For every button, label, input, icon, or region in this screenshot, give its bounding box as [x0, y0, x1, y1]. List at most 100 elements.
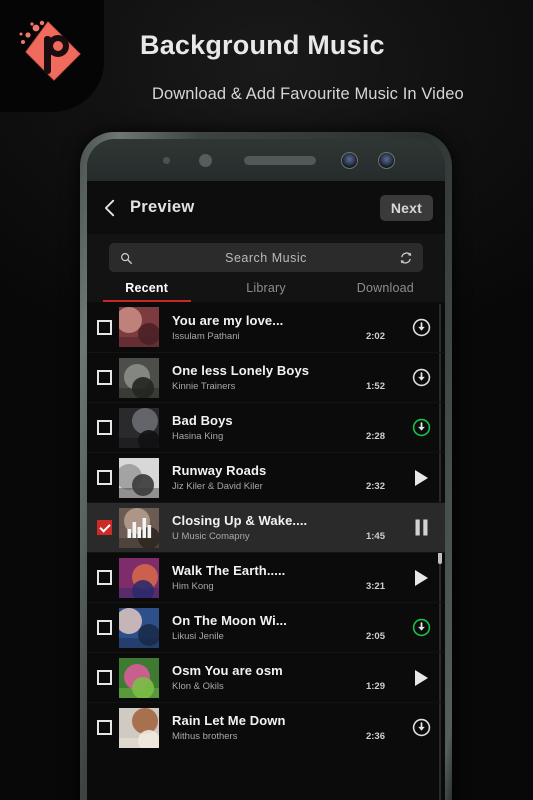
track-meta: Bad Boys Hasina King 2:28 [159, 413, 407, 442]
download-icon[interactable] [412, 618, 431, 637]
pause-icon[interactable] [414, 519, 429, 536]
track-subline: Issulam Pathani 2:02 [172, 331, 407, 342]
track-action-button[interactable] [407, 418, 435, 437]
track-row[interactable]: One less Lonely Boys Kinnie Trainers 1:5… [87, 352, 445, 402]
track-checkbox[interactable] [97, 319, 112, 335]
track-artist: Klon & Okils [172, 681, 224, 692]
phone-top-bezel [87, 139, 445, 181]
track-duration: 1:29 [365, 681, 385, 692]
tab-download[interactable]: Download [326, 281, 445, 302]
track-thumbnail[interactable] [119, 457, 159, 498]
track-action-button[interactable] [407, 519, 435, 536]
play-icon[interactable] [413, 469, 429, 487]
track-duration: 2:28 [365, 431, 385, 442]
download-icon[interactable] [412, 418, 431, 437]
track-artist: Likusi Jenile [172, 631, 224, 642]
track-title: Closing Up & Wake.... [172, 513, 308, 528]
track-title: One less Lonely Boys [172, 363, 310, 378]
promo-subtitle: Download & Add Favourite Music In Video [152, 85, 464, 103]
track-checkbox[interactable] [97, 620, 112, 635]
track-action-button[interactable] [407, 669, 435, 687]
front-camera-1-icon [341, 152, 358, 169]
track-checkbox[interactable] [97, 420, 112, 435]
track-duration: 2:05 [365, 631, 385, 642]
track-title: Osm You are osm [172, 663, 283, 678]
track-duration: 1:52 [365, 381, 385, 392]
album-art [119, 457, 159, 498]
track-thumbnail[interactable] [119, 407, 159, 448]
track-artist: Kinnie Trainers [172, 381, 236, 392]
track-checkbox[interactable] [97, 520, 112, 535]
search-bar[interactable]: Search Music [109, 243, 423, 272]
track-action-button[interactable] [407, 618, 435, 637]
app-bar: Preview Next [87, 181, 445, 234]
track-action-button[interactable] [407, 318, 435, 337]
track-row[interactable]: Bad Boys Hasina King 2:28 [87, 402, 445, 452]
track-duration: 1:45 [365, 531, 385, 542]
track-action-button[interactable] [407, 469, 435, 487]
track-checkbox[interactable] [97, 370, 112, 385]
track-thumbnail[interactable] [119, 707, 159, 748]
track-meta: Osm You are osm Klon & Okils 1:29 [159, 663, 407, 692]
search-section: Search Music [87, 234, 445, 272]
track-action-button[interactable] [407, 368, 435, 387]
track-checkbox[interactable] [97, 670, 112, 685]
track-row[interactable]: You are my love... Issulam Pathani 2:02 [87, 302, 445, 352]
tab-library[interactable]: Library [206, 281, 325, 302]
track-row[interactable]: On The Moon Wi... Likusi Jenile 2:05 [87, 602, 445, 652]
track-row[interactable]: Closing Up & Wake.... U Music Comapny 1:… [87, 502, 445, 552]
front-camera-2-icon [378, 152, 395, 169]
album-art [119, 407, 159, 448]
proximity-sensor-icon [163, 157, 170, 164]
chevron-left-icon[interactable] [99, 197, 121, 219]
track-row[interactable]: Osm You are osm Klon & Okils 1:29 [87, 652, 445, 702]
track-row[interactable]: Rain Let Me Down Mithus brothers 2:36 [87, 702, 445, 752]
play-icon[interactable] [413, 669, 429, 687]
track-action-button[interactable] [407, 569, 435, 587]
track-action-button[interactable] [407, 718, 435, 737]
track-title: Runway Roads [172, 463, 267, 478]
next-button[interactable]: Next [379, 194, 433, 221]
tab-recent[interactable]: Recent [87, 281, 206, 302]
track-title: Bad Boys [172, 413, 233, 428]
track-row[interactable]: Runway Roads Jiz Kiler & David Kiler 2:3… [87, 452, 445, 502]
track-title: You are my love... [172, 312, 284, 328]
search-icon[interactable] [119, 251, 133, 265]
track-checkbox[interactable] [97, 470, 112, 485]
app-logo [0, 0, 104, 112]
track-subline: Kinnie Trainers 1:52 [172, 381, 407, 392]
track-subline: Him Kong 3:21 [172, 581, 407, 592]
track-thumbnail[interactable] [119, 557, 159, 598]
earpiece-speaker-icon [244, 156, 316, 165]
track-subline: Jiz Kiler & David Kiler 2:32 [172, 481, 407, 492]
download-icon[interactable] [412, 318, 431, 337]
track-thumbnail[interactable] [119, 307, 159, 347]
track-subline: Mithus brothers 2:36 [172, 731, 407, 742]
track-thumbnail[interactable] [119, 357, 159, 398]
track-checkbox[interactable] [97, 720, 112, 735]
play-icon[interactable] [413, 569, 429, 587]
track-subline: U Music Comapny 1:45 [172, 531, 407, 542]
track-meta: Runway Roads Jiz Kiler & David Kiler 2:3… [159, 463, 407, 492]
track-thumbnail[interactable] [119, 657, 159, 698]
phone-screen: Preview Next Search Music Recent Library… [87, 181, 445, 800]
promo-screenshot: Background Music Download & Add Favourit… [0, 0, 533, 800]
album-art [119, 607, 159, 648]
track-duration: 2:32 [365, 481, 385, 492]
track-checkbox[interactable] [97, 570, 112, 585]
phone-body: Preview Next Search Music Recent Library… [87, 139, 445, 800]
track-row[interactable]: Walk The Earth..... Him Kong 3:21 [87, 552, 445, 602]
search-input[interactable]: Search Music [133, 251, 399, 265]
track-meta: You are my love... Issulam Pathani 2:02 [159, 313, 407, 342]
tab-bar: Recent Library Download [87, 272, 445, 302]
download-icon[interactable] [412, 718, 431, 737]
download-icon[interactable] [412, 368, 431, 387]
track-artist: Issulam Pathani [172, 330, 240, 342]
track-meta: Rain Let Me Down Mithus brothers 2:36 [159, 713, 407, 742]
track-subline: Hasina King 2:28 [172, 431, 407, 442]
track-artist: Jiz Kiler & David Kiler [172, 481, 263, 492]
track-thumbnail[interactable] [119, 607, 159, 648]
refresh-icon[interactable] [399, 251, 413, 265]
track-thumbnail[interactable] [119, 507, 159, 548]
track-list[interactable]: You are my love... Issulam Pathani 2:02 … [87, 302, 445, 800]
